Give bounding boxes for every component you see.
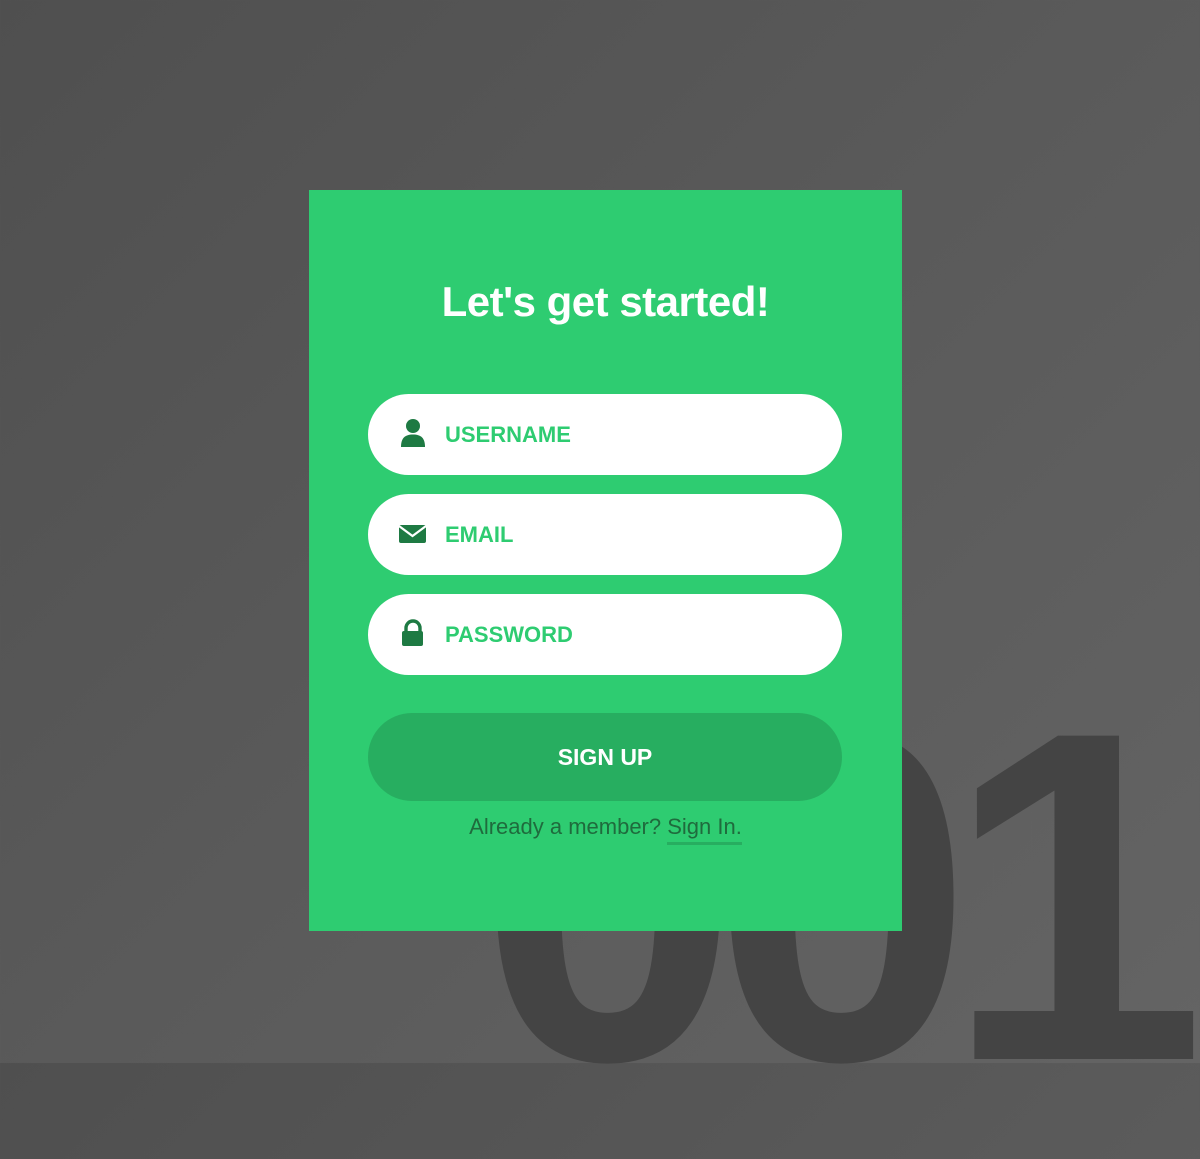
signin-prompt: Already a member? Sign In. [309,814,902,845]
signup-card: Let's get started! SIGN UP [309,190,902,931]
signin-link[interactable]: Sign In. [667,814,742,845]
password-input[interactable] [445,594,815,675]
page-title: Let's get started! [441,278,770,325]
username-input[interactable] [445,394,815,475]
signin-prompt-text: Already a member? [469,814,668,839]
lock-icon [399,618,427,648]
envelope-icon [398,518,427,548]
email-input[interactable] [445,494,815,575]
user-icon [399,418,427,448]
email-field[interactable] [368,494,842,575]
signup-button[interactable]: SIGN UP [368,713,842,801]
password-field[interactable] [368,594,842,675]
username-field[interactable] [368,394,842,475]
